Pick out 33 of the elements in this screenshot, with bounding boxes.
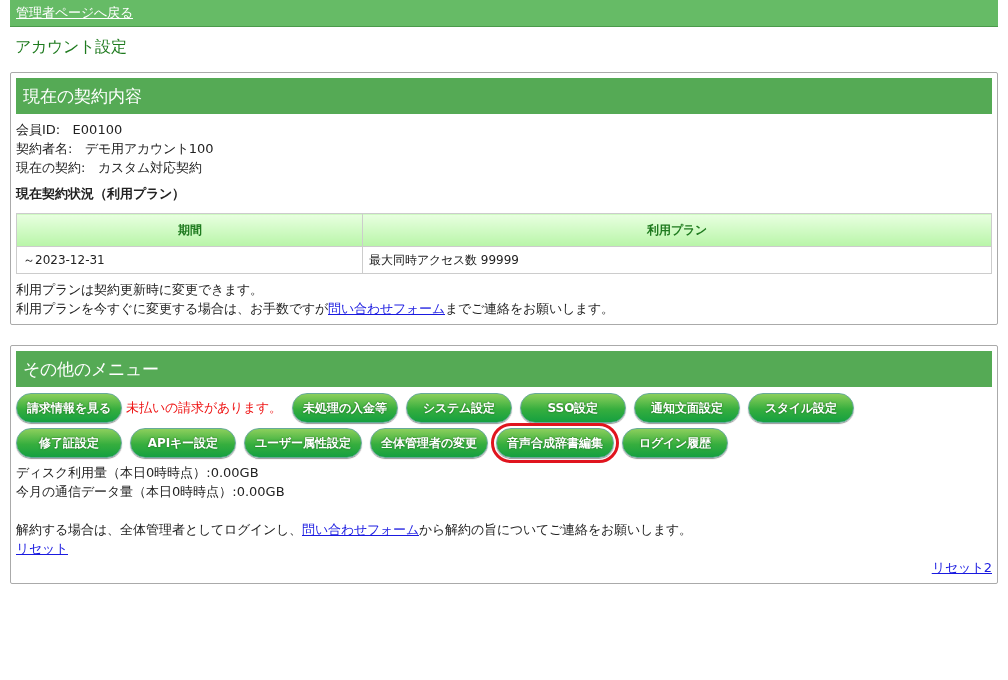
contact-note: 利用プランを今すぐに変更する場合は、お手数ですが問い合わせフォーム までご連絡をお願いします。 bbox=[16, 300, 615, 318]
contract-field: 現在の契約: カスタム対応契約 bbox=[16, 158, 992, 177]
menu-button[interactable]: スタイル設定 bbox=[748, 393, 854, 423]
menu-button[interactable]: 未処理の入金等 bbox=[292, 393, 398, 423]
contract-field: 契約者名: デモ用アカウント100 bbox=[16, 139, 992, 158]
column-header: 期間 bbox=[16, 213, 363, 247]
reset-link[interactable]: リセット bbox=[16, 541, 68, 556]
contact-form-link[interactable]: 問い合わせフォーム bbox=[302, 522, 419, 537]
cancel-note: 解約する場合は、全体管理者としてログインし、問い合わせフォームから解約の旨についてご連絡をお願いします。 bbox=[16, 521, 693, 539]
reset2-link[interactable]: リセット2 bbox=[931, 560, 992, 575]
unpaid-notice: 未払いの請求があります。 bbox=[126, 399, 282, 417]
page-title: アカウント設定 bbox=[15, 37, 128, 58]
menu-button[interactable]: SSO設定 bbox=[520, 393, 626, 423]
contract-field: 会員ID: E00100 bbox=[16, 120, 992, 139]
contact-form-link[interactable]: 問い合わせフォーム bbox=[328, 301, 445, 316]
menu-button[interactable]: 全体管理者の変更 bbox=[370, 428, 488, 458]
menu-button[interactable]: 請求情報を見る bbox=[16, 393, 122, 423]
menu-button[interactable]: ログイン履歴 bbox=[622, 428, 728, 458]
usage-text: 今月の通信データ量（本日0時時点）:0.00GB bbox=[16, 483, 286, 501]
menu-button[interactable]: ユーザー属性設定 bbox=[244, 428, 362, 458]
panel-header: その他のメニュー bbox=[16, 351, 992, 387]
table-cell: ～2023-12-31 bbox=[16, 246, 363, 274]
menu-button[interactable]: APIキー設定 bbox=[130, 428, 236, 458]
status-heading: 現在契約状況（利用プラン） bbox=[16, 185, 186, 203]
menu-button[interactable]: 通知文面設定 bbox=[634, 393, 740, 423]
back-to-admin-link[interactable]: 管理者ページへ戻る bbox=[16, 5, 133, 20]
table-cell: 最大同時アクセス数 99999 bbox=[362, 246, 992, 274]
column-header: 利用プラン bbox=[362, 213, 992, 247]
panel-header: 現在の契約内容 bbox=[16, 78, 992, 114]
menu-button[interactable]: システム設定 bbox=[406, 393, 512, 423]
plan-note: 利用プランは契約更新時に変更できます。 bbox=[16, 281, 264, 299]
menu-button[interactable]: 修了証設定 bbox=[16, 428, 122, 458]
usage-text: ディスク利用量（本日0時時点）:0.00GB bbox=[16, 464, 260, 482]
